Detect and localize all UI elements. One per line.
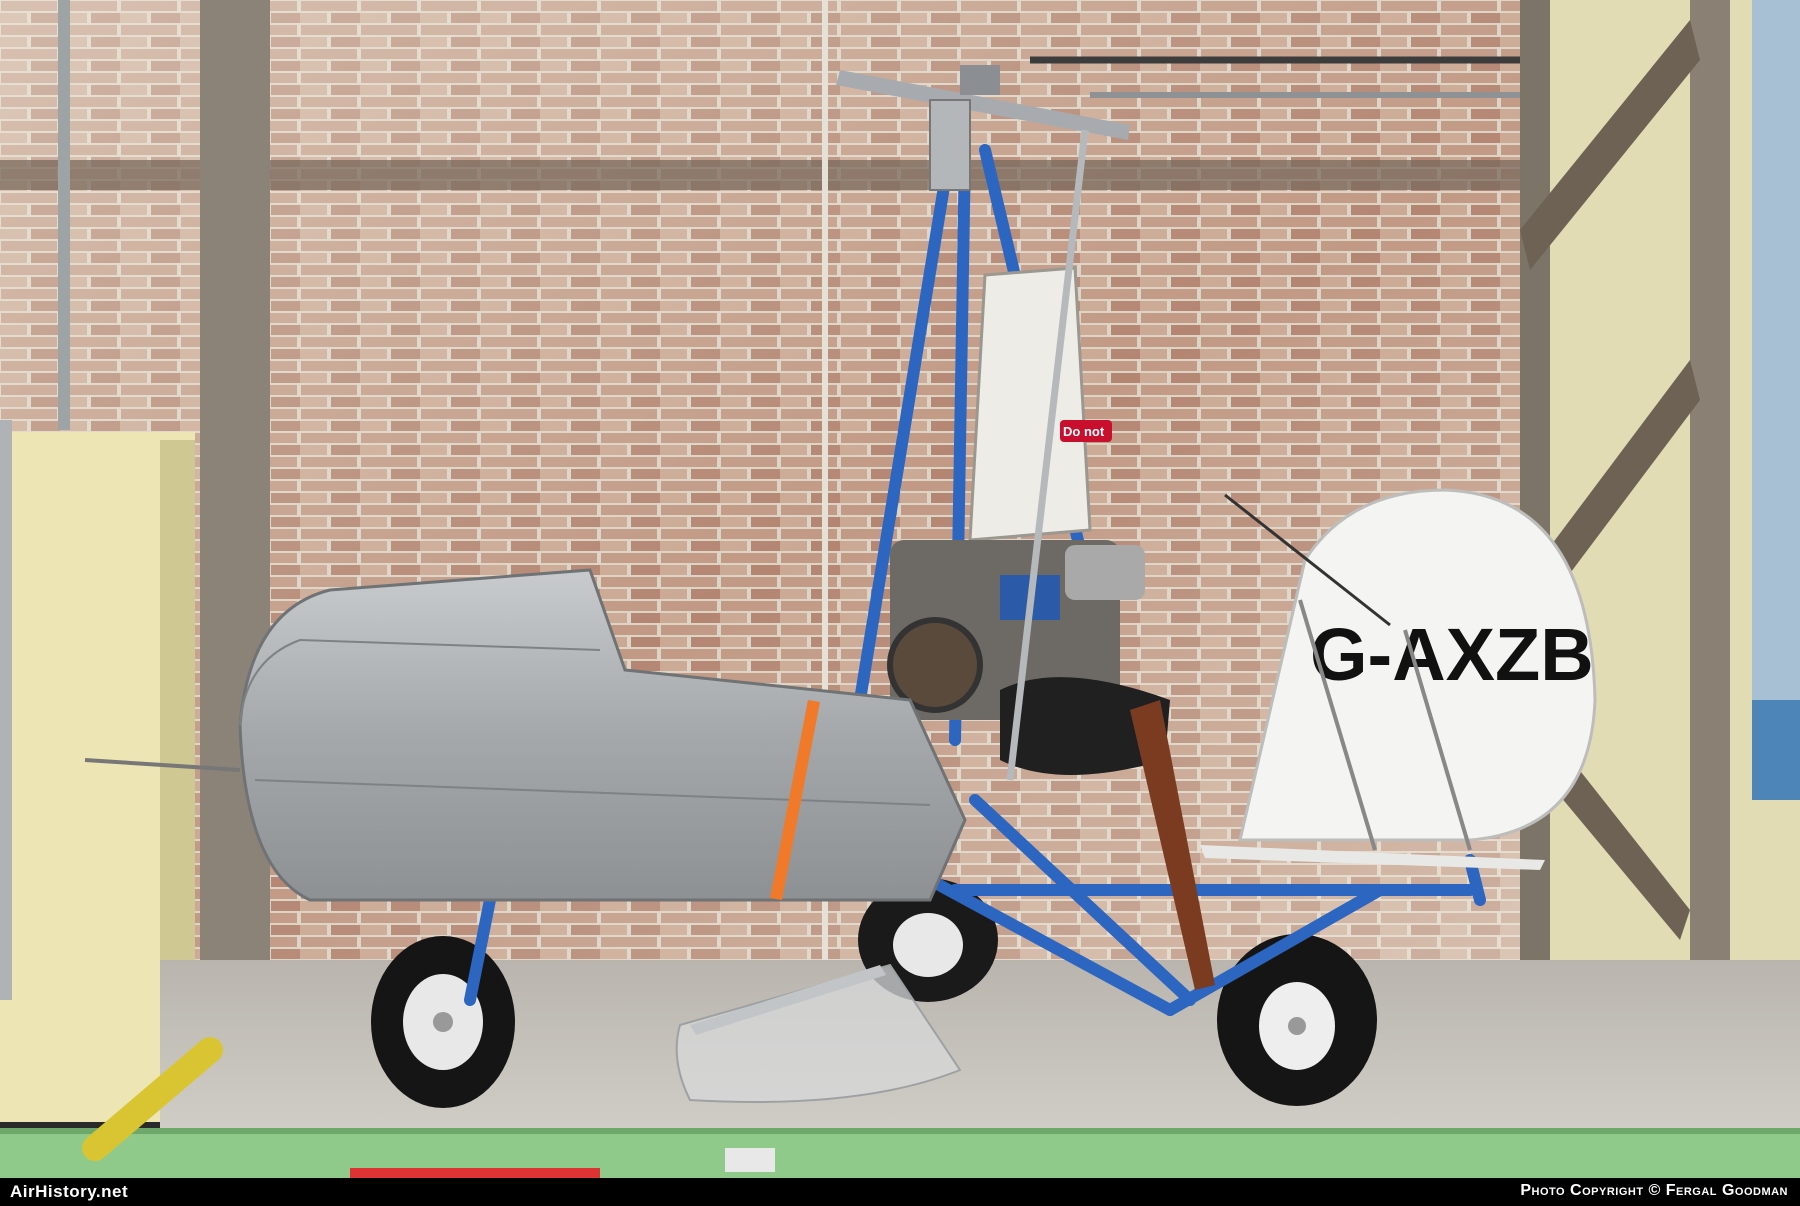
green-ledge: [0, 1128, 1800, 1178]
photo-credit: Photo Copyright © Fergal Goodman: [1520, 1182, 1788, 1199]
warning-sticker: Do not: [1063, 424, 1105, 439]
wheel-front: [371, 936, 515, 1108]
wheel-rear-right: [1217, 934, 1377, 1106]
photo-footer: AirHistory.net Photo Copyright © Fergal …: [0, 1178, 1800, 1206]
registration-marking: G-AXZB: [1310, 613, 1594, 696]
aircraft-photo: Do not G-AXZB: [0, 0, 1800, 1178]
steel-column-right: [1690, 0, 1730, 1000]
site-watermark[interactable]: AirHistory.net: [10, 1182, 128, 1202]
downpipe: [1752, 0, 1800, 720]
